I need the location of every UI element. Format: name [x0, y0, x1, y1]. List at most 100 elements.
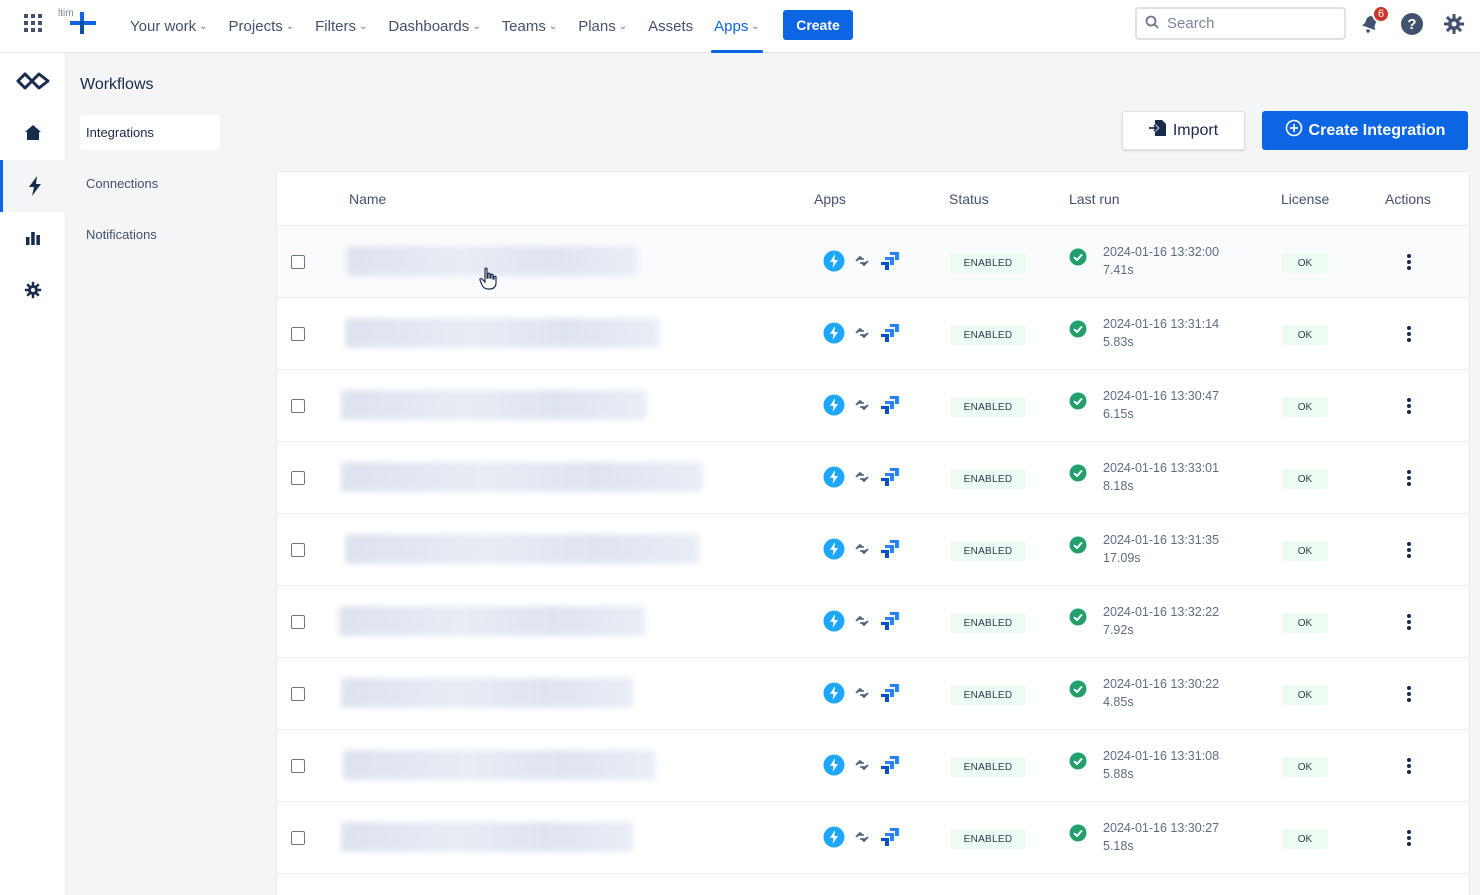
jira-icon — [881, 756, 899, 774]
row-checkbox[interactable] — [291, 687, 305, 701]
workflows-sidebar: Workflows Integrations Connections Notif… — [66, 53, 236, 895]
home-icon[interactable] — [0, 109, 66, 157]
nav-item-filters[interactable]: Filters ⌄ — [307, 0, 375, 53]
jira-icon — [881, 540, 899, 558]
lightning-app-icon — [823, 610, 845, 632]
row-checkbox[interactable] — [291, 543, 305, 557]
nav-item-assets[interactable]: Assets — [640, 0, 701, 53]
last-run-timestamp: 2024-01-16 13:30:47 — [1103, 389, 1220, 403]
row-checkbox[interactable] — [291, 615, 305, 629]
integration-name-redacted[interactable] — [345, 318, 660, 348]
row-checkbox[interactable] — [291, 831, 305, 845]
row-checkbox[interactable] — [291, 327, 305, 341]
nav-item-label: Apps — [714, 18, 749, 35]
column-header-name[interactable]: Name — [349, 191, 386, 207]
nav-item-dashboards[interactable]: Dashboards ⌄ — [380, 0, 488, 53]
success-check-icon — [1069, 248, 1087, 266]
nav-item-plans[interactable]: Plans ⌄ — [570, 0, 635, 53]
import-label: Import — [1172, 121, 1219, 139]
import-button[interactable]: Import — [1122, 111, 1245, 150]
settings-gear-icon[interactable] — [1442, 12, 1466, 36]
sidebar-item-notifications[interactable]: Notifications — [80, 217, 220, 252]
more-actions-icon[interactable] — [1397, 682, 1421, 706]
sidebar-item-integrations[interactable]: Integrations — [80, 115, 220, 150]
table-row[interactable]: ENABLED 2024-01-16 13:32:00 7.41s OK — [277, 226, 1469, 298]
integration-name-redacted[interactable] — [339, 606, 645, 636]
integrations-table: Name Apps Status Last run License Action… — [276, 171, 1470, 895]
link-arrows-icon — [855, 759, 869, 771]
license-badge: OK — [1282, 685, 1328, 705]
chevron-down-icon: ⌄ — [199, 21, 208, 32]
row-checkbox[interactable] — [291, 471, 305, 485]
integration-name-redacted[interactable] — [341, 678, 633, 708]
last-run-timestamp: 2024-01-16 13:30:22 — [1103, 677, 1220, 691]
more-actions-icon[interactable] — [1397, 538, 1421, 562]
last-run-duration: 5.88s — [1103, 767, 1134, 781]
apps-cell — [823, 466, 903, 490]
product-logo[interactable]: ltim — [58, 8, 98, 38]
integration-name-redacted[interactable] — [345, 534, 700, 564]
more-actions-icon[interactable] — [1397, 322, 1421, 346]
success-check-icon — [1069, 608, 1087, 626]
row-checkbox[interactable] — [291, 399, 305, 413]
more-actions-icon[interactable] — [1397, 394, 1421, 418]
table-row[interactable]: ENABLED 2024-01-16 13:32:22 7.92s OK — [277, 586, 1469, 658]
table-row[interactable]: ENABLED 2024-01-16 13:31:35 17.09s OK — [277, 514, 1469, 586]
table-row[interactable]: ENABLED 2024-01-16 13:31:08 5.88s OK — [277, 730, 1469, 802]
help-icon[interactable]: ? — [1400, 12, 1424, 36]
more-actions-icon[interactable] — [1397, 466, 1421, 490]
more-actions-icon[interactable] — [1397, 826, 1421, 850]
integration-name-redacted[interactable] — [347, 246, 637, 276]
lightning-app-icon — [823, 754, 845, 776]
link-arrows-icon — [855, 327, 869, 339]
row-checkbox[interactable] — [291, 255, 305, 269]
bar-chart-icon[interactable] — [0, 214, 66, 262]
last-run-timestamp: 2024-01-16 13:33:01 — [1103, 461, 1220, 475]
column-header-last-run[interactable]: Last run — [1069, 191, 1120, 207]
nav-item-teams[interactable]: Teams ⌄ — [494, 0, 566, 53]
last-run-timestamp: 2024-01-16 13:31:14 — [1103, 317, 1220, 331]
integration-name-redacted[interactable] — [341, 462, 703, 492]
success-check-icon — [1069, 464, 1087, 482]
nav-item-projects[interactable]: Projects ⌄ — [221, 0, 303, 53]
integration-name-redacted[interactable] — [343, 750, 656, 780]
table-row[interactable]: ENABLED 2024-01-16 13:30:27 5.18s OK — [277, 802, 1469, 874]
table-row[interactable]: ENABLED 2024-01-16 13:33:01 8.18s OK — [277, 442, 1469, 514]
more-actions-icon[interactable] — [1397, 610, 1421, 634]
more-actions-icon[interactable] — [1397, 754, 1421, 778]
apps-cell — [823, 538, 903, 562]
create-button[interactable]: Create — [783, 10, 853, 40]
workflow-logo-icon[interactable] — [0, 57, 66, 105]
status-badge: ENABLED — [950, 685, 1026, 705]
create-integration-button[interactable]: Create Integration — [1262, 111, 1468, 150]
jira-icon — [881, 612, 899, 630]
table-row[interactable]: ENABLED 2024-01-16 13:31:14 5.83s OK — [277, 298, 1469, 370]
link-arrows-icon — [855, 615, 869, 627]
integration-name-redacted[interactable] — [341, 822, 633, 852]
chevron-down-icon: ⌄ — [472, 21, 481, 32]
sidebar-item-connections[interactable]: Connections — [80, 166, 220, 201]
primary-nav: Your work ⌄ Projects ⌄ Filters ⌄ Dashboards ⌄ Te… — [122, 0, 773, 53]
status-badge: ENABLED — [950, 613, 1026, 633]
nav-item-label: Plans — [578, 18, 616, 35]
table-row[interactable]: ENABLED 2024-01-16 13:30:47 6.15s OK — [277, 370, 1469, 442]
nav-item-your-work[interactable]: Your work ⌄ — [122, 0, 216, 53]
table-row[interactable]: ENABLED 2024-01-16 13:30:22 4.85s OK — [277, 658, 1469, 730]
row-checkbox[interactable] — [291, 759, 305, 773]
more-actions-icon[interactable] — [1397, 250, 1421, 274]
jira-icon — [881, 396, 899, 414]
last-run-timestamp: 2024-01-16 13:31:08 — [1103, 749, 1220, 763]
search-input[interactable]: Search — [1135, 7, 1346, 40]
app-switcher-icon[interactable] — [22, 12, 44, 34]
license-badge: OK — [1282, 757, 1328, 777]
import-file-icon — [1148, 119, 1167, 142]
gear-icon[interactable] — [0, 266, 66, 314]
bolt-icon[interactable] — [0, 160, 66, 212]
integration-name-redacted[interactable] — [341, 390, 647, 420]
column-header-actions: Actions — [1385, 191, 1431, 207]
top-navigation-bar: ltim Your work ⌄ Projects ⌄ Filters ⌄ Dashboar… — [0, 0, 1480, 53]
nav-item-label: Filters — [315, 18, 356, 35]
last-run-duration: 7.41s — [1103, 263, 1134, 277]
nav-item-apps[interactable]: Apps ⌄ — [706, 0, 768, 53]
column-header-status[interactable]: Status — [949, 191, 989, 207]
